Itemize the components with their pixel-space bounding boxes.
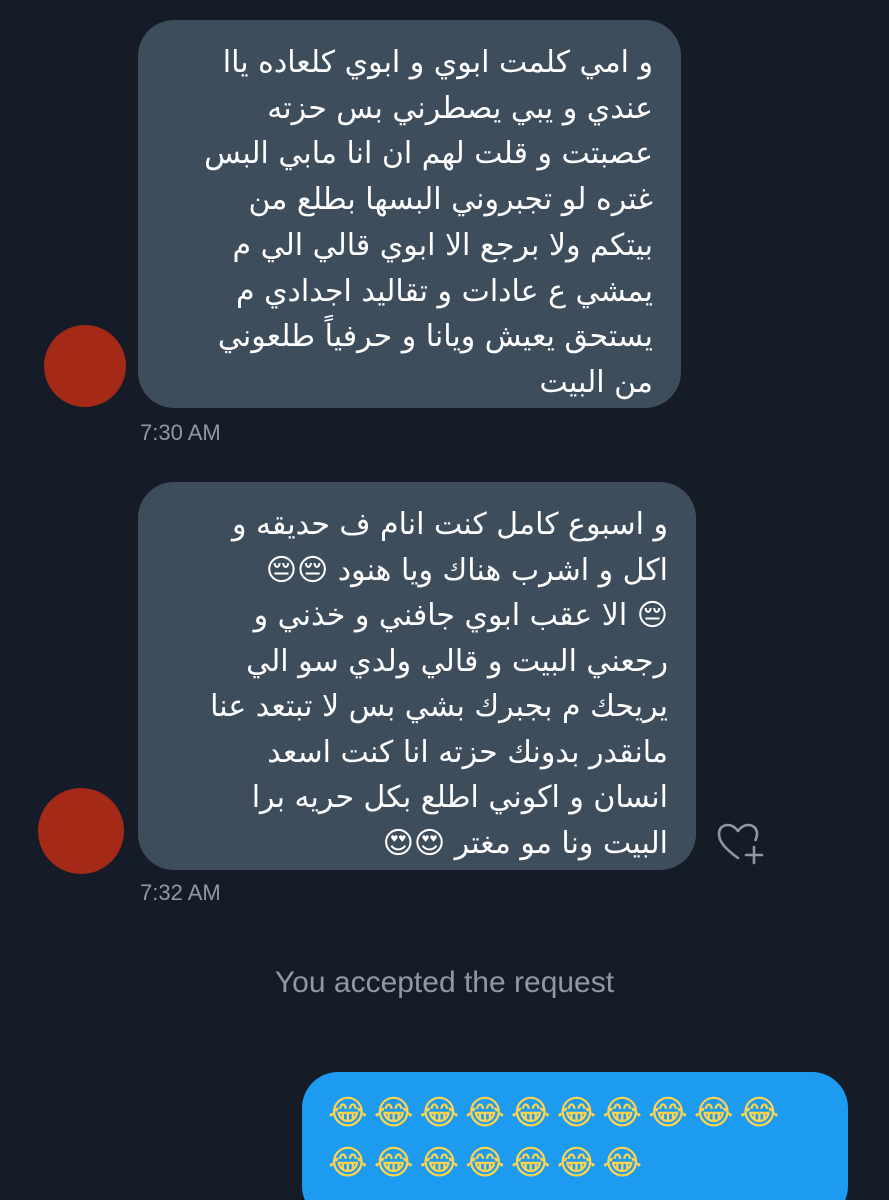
message-line: عندي و يبي يصطرني بس حزته bbox=[267, 90, 653, 126]
message-line: بيتكم ولا برجع الا ابوي قالي الي م bbox=[232, 227, 653, 263]
sender-avatar[interactable] bbox=[38, 788, 124, 874]
message-line: البيت ونا مو مغتر 😍😍 bbox=[382, 825, 668, 861]
message-line: رجعني البيت و قالي ولدي سو الي bbox=[246, 643, 668, 679]
received-message-bubble[interactable]: و اسبوع كامل كنت انام ف حديقه و اكل و اش… bbox=[138, 482, 696, 870]
message-line: اكل و اشرب هناك ويا هنود 😔😔 bbox=[265, 552, 668, 588]
message-line: و امي كلمت ابوي و ابوي كلعاده ياا bbox=[222, 45, 653, 80]
message-line: يمشي ع عادات و تقاليد اجدادي م bbox=[235, 273, 653, 309]
sent-message-bubble[interactable]: 😂😂😂😂😂😂😂😂😂😂 😂😂😂😂😂😂😂 bbox=[302, 1072, 848, 1200]
sender-avatar[interactable] bbox=[44, 325, 126, 407]
message-timestamp: 7:32 AM bbox=[140, 880, 221, 905]
heart-plus-icon[interactable] bbox=[716, 822, 766, 868]
dm-conversation: و امي كلمت ابوي و ابوي كلعاده ياا عندي و… bbox=[0, 0, 889, 1200]
message-line: انسان و اكوني اطلع بكل حريه برا bbox=[251, 780, 668, 815]
message-line: غتره لو تجبروني البسها بطلع من bbox=[248, 182, 653, 218]
received-message-bubble[interactable]: و امي كلمت ابوي و ابوي كلعاده ياا عندي و… bbox=[138, 20, 681, 408]
message-line: و اسبوع كامل كنت انام ف حديقه و bbox=[231, 507, 668, 542]
message-line: عصبتت و قلت لهم ان انا مابي البس bbox=[204, 136, 653, 172]
request-accepted-notice: You accepted the request bbox=[274, 966, 615, 999]
message-line: يستحق يعيش ويانا و حرفياً طلعوني bbox=[217, 319, 653, 355]
message-line: 😔 الا عقب ابوي جافني و خذني و bbox=[253, 598, 668, 633]
message-line: من البيت bbox=[539, 364, 653, 400]
message-line: يريحك م بجبرك بشي بس لا تبتعد عنا bbox=[210, 689, 668, 724]
message-line: مانقدر بدونك حزته انا كنت اسعد bbox=[267, 734, 668, 770]
message-timestamp: 7:30 AM bbox=[140, 420, 221, 445]
emoji-row: 😂😂😂😂😂😂😂😂😂😂 bbox=[328, 1093, 786, 1133]
emoji-row: 😂😂😂😂😂😂😂 bbox=[328, 1143, 649, 1183]
